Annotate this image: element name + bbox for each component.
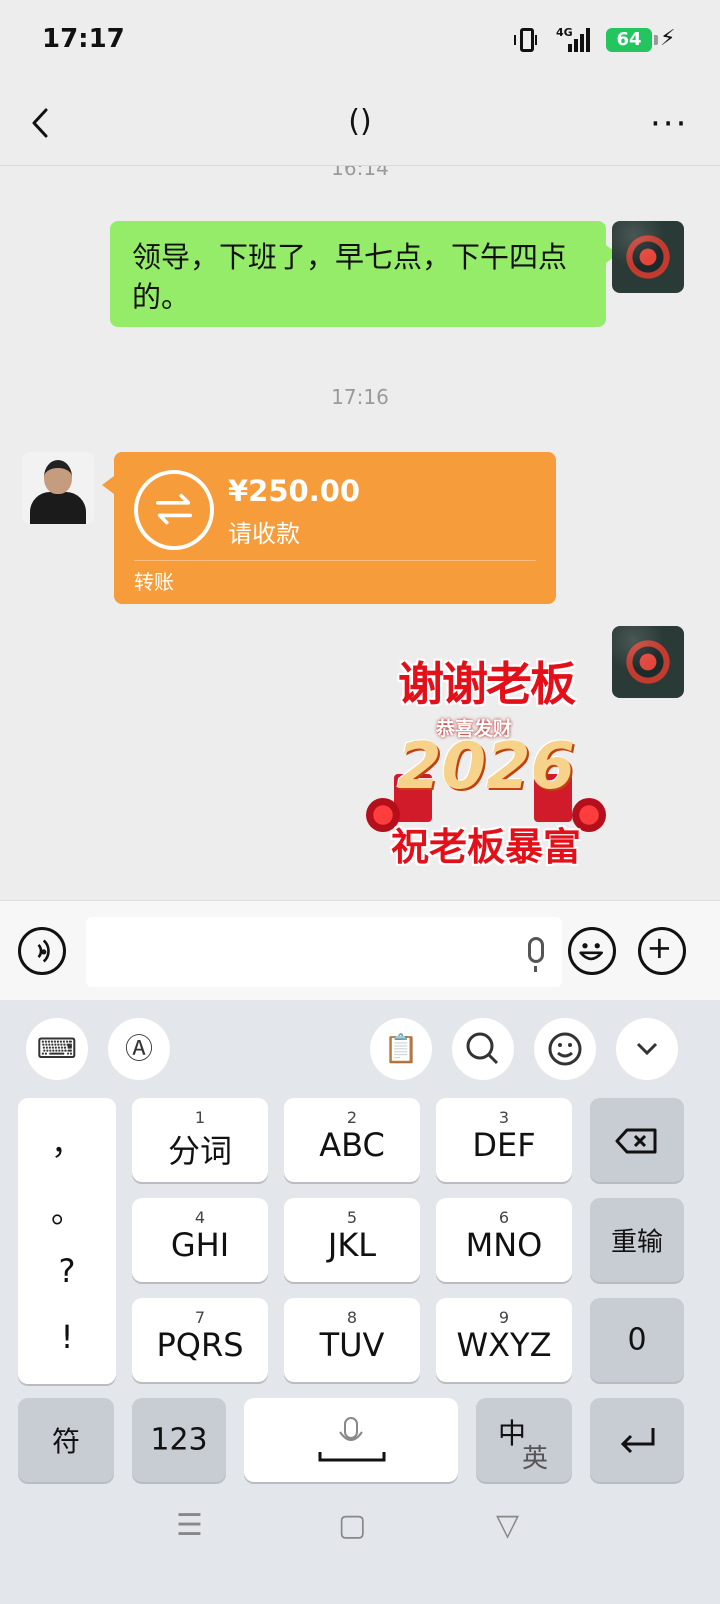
- home-icon[interactable]: ▢: [338, 1508, 366, 1543]
- emoji-icon[interactable]: [568, 927, 616, 975]
- key-number: 9: [498, 1308, 510, 1327]
- key-number: 5: [346, 1208, 358, 1227]
- chevron-down-icon: [636, 1042, 658, 1056]
- plus-icon[interactable]: [638, 927, 686, 975]
- key-label-secondary: 英: [522, 1444, 549, 1474]
- handwriting-button[interactable]: Ⓐ: [108, 1018, 170, 1080]
- clipboard-button[interactable]: 📋: [370, 1018, 432, 1080]
- punct-question[interactable]: ?: [18, 1252, 116, 1290]
- transfer-label: 转账: [134, 570, 174, 594]
- key-1[interactable]: 1 分词: [132, 1098, 268, 1182]
- punct-exclaim[interactable]: !: [18, 1318, 116, 1356]
- chat-header: () ···: [0, 80, 720, 166]
- key-label: TUV: [319, 1326, 385, 1364]
- smiley-icon: [548, 1032, 582, 1066]
- search-icon: [466, 1032, 499, 1065]
- message-input[interactable]: [86, 917, 562, 987]
- key-label: 重输: [610, 1227, 663, 1258]
- key-label: WXYZ: [456, 1326, 552, 1364]
- key-label: ABC: [319, 1126, 385, 1164]
- key-number: 1: [194, 1108, 206, 1127]
- more-icon[interactable]: ···: [650, 104, 688, 144]
- charging-icon: ⚡: [660, 26, 676, 51]
- key-label: 符: [51, 1425, 80, 1458]
- key-label: 123: [150, 1422, 208, 1458]
- self-avatar[interactable]: [612, 221, 684, 293]
- key-8[interactable]: 8 TUV: [284, 1298, 420, 1382]
- sticker-text-wish: 祝老板暴富: [390, 825, 581, 869]
- key-number: 4: [194, 1208, 206, 1227]
- key-0[interactable]: 0: [590, 1298, 684, 1382]
- message-bubble-sent[interactable]: 领导，下班了，早七点，下午四点的。: [110, 221, 618, 327]
- battery-level: 64: [606, 28, 658, 52]
- enter-icon: [620, 1428, 655, 1454]
- emoji-keyboard-button[interactable]: [534, 1018, 596, 1080]
- key-3[interactable]: 3 DEF: [436, 1098, 572, 1182]
- key-9[interactable]: 9 WXYZ: [436, 1298, 572, 1382]
- punct-period[interactable]: 。: [18, 1186, 116, 1232]
- timestamp: 16:14: [331, 166, 389, 180]
- key-label: DEF: [472, 1126, 536, 1164]
- key-label: PQRS: [156, 1326, 244, 1364]
- search-button[interactable]: [452, 1018, 514, 1080]
- key-label: 分词: [167, 1132, 232, 1170]
- key-6[interactable]: 6 MNO: [436, 1198, 572, 1282]
- enter-key[interactable]: [590, 1398, 684, 1482]
- backspace-icon: [615, 1128, 657, 1154]
- keyboard-layout-button[interactable]: ⌨: [26, 1018, 88, 1080]
- chat-area[interactable]: 16:14 领导，下班了，早七点，下午四点的。 17:16 ¥250.00 请收…: [0, 166, 720, 900]
- language-switch-key[interactable]: 中 英: [476, 1398, 572, 1482]
- back-nav-icon[interactable]: ▽: [496, 1508, 519, 1543]
- voice-mode-icon[interactable]: [18, 927, 66, 975]
- menu-icon[interactable]: ☰: [176, 1508, 203, 1543]
- clipboard-icon: 📋: [383, 1032, 419, 1065]
- sticker-text-year: 2026: [396, 730, 576, 804]
- backspace-key[interactable]: [590, 1098, 684, 1182]
- key-label: GHI: [170, 1226, 230, 1264]
- key-number: 3: [498, 1108, 510, 1127]
- punctuation-column[interactable]: ， 。 ? !: [18, 1098, 116, 1384]
- timestamp: 17:16: [331, 385, 389, 409]
- contact-avatar[interactable]: [22, 452, 94, 524]
- signal-icon: [566, 28, 592, 52]
- microphone-icon[interactable]: [528, 937, 544, 972]
- handwriting-icon: Ⓐ: [124, 1032, 153, 1065]
- key-label: 0: [627, 1322, 647, 1358]
- microphone-icon: [318, 1417, 386, 1462]
- punct-comma[interactable]: ，: [18, 1118, 116, 1164]
- key-2[interactable]: 2 ABC: [284, 1098, 420, 1182]
- numbers-key[interactable]: 123: [132, 1398, 226, 1482]
- space-key[interactable]: [244, 1398, 458, 1482]
- self-avatar[interactable]: [612, 626, 684, 698]
- key-number: 2: [346, 1108, 358, 1127]
- symbols-key[interactable]: 符: [18, 1398, 114, 1482]
- sticker-text-main: 谢谢老板: [398, 657, 576, 711]
- key-5[interactable]: 5 JKL: [284, 1198, 420, 1282]
- key-number: 7: [194, 1308, 206, 1327]
- key-label: JKL: [327, 1226, 377, 1264]
- reinput-key[interactable]: 重输: [590, 1198, 684, 1282]
- transfer-card[interactable]: ¥250.00 请收款 转账: [102, 452, 556, 604]
- vibrate-icon: [514, 28, 537, 52]
- transfer-amount: ¥250.00: [228, 474, 361, 508]
- key-label: MNO: [465, 1226, 543, 1264]
- sticker-message[interactable]: 谢谢老板 恭喜发财 2026 祝老板暴富: [366, 638, 606, 869]
- divider: [134, 560, 536, 561]
- status-time: 17:17: [42, 24, 125, 54]
- status-bar: 17:17 4G 64 ⚡: [0, 0, 720, 80]
- keyboard-icon: ⌨: [36, 1032, 78, 1065]
- collapse-keyboard-button[interactable]: [616, 1018, 678, 1080]
- key-number: 6: [498, 1208, 510, 1227]
- key-number: 8: [346, 1308, 358, 1327]
- transfer-icon: [134, 470, 214, 550]
- key-4[interactable]: 4 GHI: [132, 1198, 268, 1282]
- input-bar: [0, 900, 720, 1000]
- chat-title: (): [348, 104, 372, 139]
- key-7[interactable]: 7 PQRS: [132, 1298, 268, 1382]
- transfer-note: 请收款: [228, 520, 300, 548]
